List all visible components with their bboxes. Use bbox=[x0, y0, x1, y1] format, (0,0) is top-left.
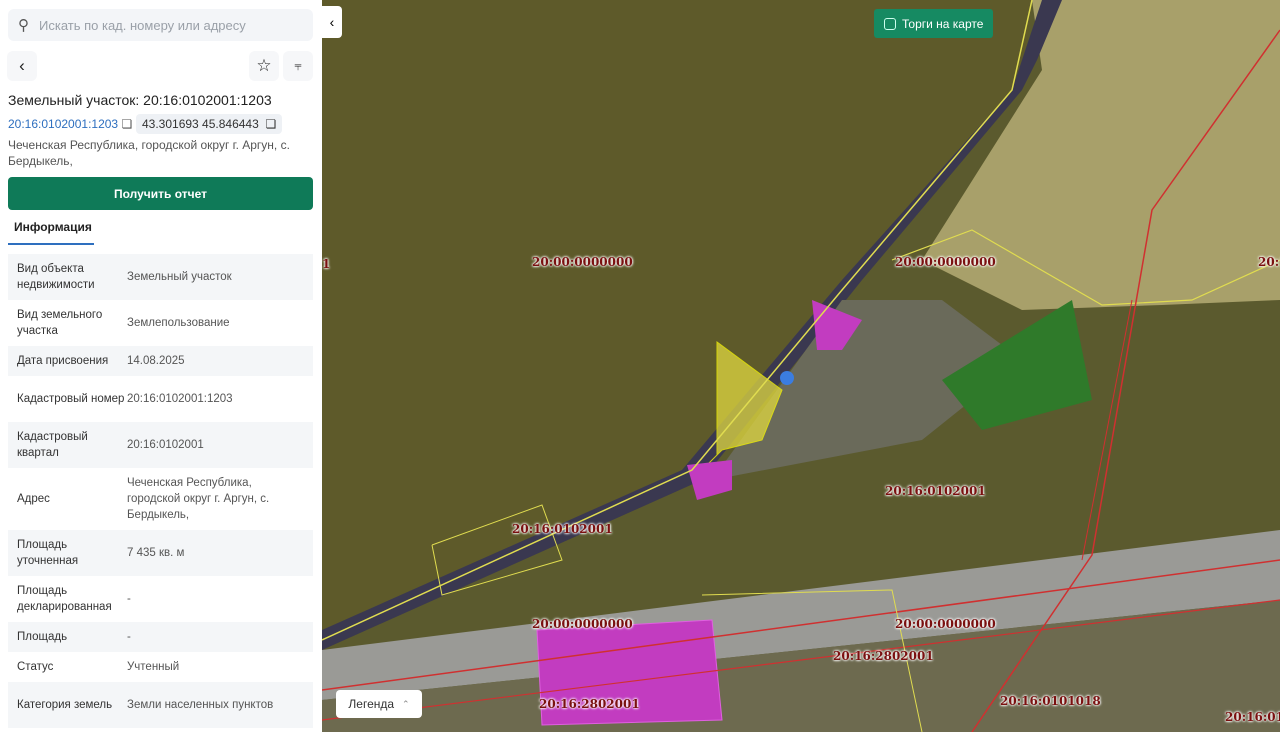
copy-icon[interactable]: ❏ bbox=[265, 117, 276, 131]
chevron-left-icon: ‹ bbox=[19, 56, 25, 75]
legend-label: Легенда bbox=[348, 697, 395, 711]
chevron-up-icon: ⌃ bbox=[402, 698, 410, 709]
info-row: Вид земельного участка Землепользование bbox=[8, 300, 313, 346]
info-value: - bbox=[127, 631, 131, 643]
search-input[interactable]: ⚲ Искать по кад. номеру или адресу bbox=[8, 9, 313, 41]
map[interactable]: 20:00:0000000 20:00:0000000 20:00:000000… bbox=[322, 0, 1280, 732]
auctions-toggle[interactable]: Торги на карте bbox=[874, 9, 993, 38]
favorite-button[interactable]: ☆ bbox=[249, 51, 279, 81]
info-row: Площадь - bbox=[8, 622, 313, 652]
coordinates: 43.301693 45.846443 bbox=[142, 117, 259, 131]
info-value: Земли населенных пунктов bbox=[127, 699, 274, 711]
info-row: Статус Учтенный bbox=[8, 652, 313, 682]
info-key: Дата присвоения bbox=[17, 355, 109, 367]
info-panel: ⚲ Искать по кад. номеру или адресу ‹ ☆ ⫧… bbox=[0, 0, 322, 732]
info-key: Адрес bbox=[17, 493, 50, 505]
info-row: Категория земель Земли населенных пунктов bbox=[8, 682, 313, 728]
cadastral-number: 20:16:0102001:1203 bbox=[8, 117, 119, 131]
parcel-label: 20:00:0000000 bbox=[532, 617, 633, 631]
address: Чеченская Республика, городской округ г.… bbox=[8, 138, 290, 168]
info-value: - bbox=[127, 593, 131, 605]
auctions-label: Торги на карте bbox=[902, 16, 984, 31]
share-icon: ⫧ bbox=[294, 58, 302, 73]
parcel-label: 20:16:01 bbox=[1258, 255, 1280, 269]
info-table: Вид объекта недвижимости Земельный участо… bbox=[8, 254, 313, 728]
info-row: Кадастровый номер 20:16:0102001:1203 bbox=[8, 376, 313, 422]
info-key: Площадь декларированная bbox=[17, 585, 112, 613]
info-row: Вид объекта недвижимости Земельный участо… bbox=[8, 254, 313, 300]
info-value: Земельный участок bbox=[127, 271, 232, 283]
info-row: Площадь уточненная 7 435 кв. м bbox=[8, 530, 313, 576]
info-key: Вид земельного участка bbox=[17, 309, 103, 337]
info-key: Площадь уточненная bbox=[17, 539, 79, 567]
search-placeholder: Искать по кад. номеру или адресу bbox=[39, 17, 246, 33]
info-row: Площадь декларированная - bbox=[8, 576, 313, 622]
share-button[interactable]: ⫧ bbox=[283, 51, 313, 81]
info-value: Чеченская Республика, городской округ г.… bbox=[127, 477, 270, 521]
info-key: Категория земель bbox=[17, 699, 113, 711]
parcel-label: 20:16:0102001 bbox=[885, 484, 986, 498]
info-row: Адрес Чеченская Республика, городской окр… bbox=[8, 468, 313, 530]
info-row: Дата присвоения 14.08.2025 bbox=[8, 346, 313, 376]
parcel-label: 20:00:0000000 bbox=[532, 255, 633, 269]
parcel-label: 20:16:01 bbox=[1225, 710, 1280, 724]
copy-icon[interactable]: ❏ bbox=[121, 117, 132, 131]
chevron-left-icon: ‹ bbox=[329, 14, 335, 30]
parcel-label: 1 bbox=[322, 257, 331, 271]
checkbox[interactable] bbox=[884, 17, 896, 30]
info-value: Землепользование bbox=[127, 317, 230, 329]
page-title: Земельный участок: 20:16:0102001:1203 bbox=[8, 92, 272, 108]
info-key: Кадастровый номер bbox=[17, 393, 125, 405]
parcel-label: 20:16:2802001 bbox=[539, 697, 640, 711]
info-key: Вид объекта недвижимости bbox=[17, 263, 95, 291]
collapse-panel-button[interactable]: ‹ bbox=[322, 6, 342, 38]
info-value: 20:16:0102001 bbox=[127, 439, 204, 451]
back-button[interactable]: ‹ bbox=[7, 51, 37, 81]
parcel-label: 20:00:0000000 bbox=[895, 617, 996, 631]
info-value: 7 435 кв. м bbox=[127, 547, 185, 559]
info-key: Площадь bbox=[17, 631, 68, 643]
cadastral-link[interactable]: 20:16:0102001:1203 ❏ bbox=[8, 117, 132, 131]
info-key: Статус bbox=[17, 661, 54, 673]
tab-information[interactable]: Информация bbox=[8, 217, 94, 245]
satellite-map bbox=[322, 0, 1280, 732]
search-icon: ⚲ bbox=[18, 17, 29, 34]
star-icon: ☆ bbox=[256, 56, 272, 75]
info-row: Кадастровый квартал 20:16:0102001 bbox=[8, 422, 313, 468]
parcel-label: 20:16:0101018 bbox=[1000, 694, 1101, 708]
info-key: Кадастровый квартал bbox=[17, 431, 88, 459]
parcel-label: 20:16:0102001 bbox=[512, 522, 613, 536]
parcel-label: 20:00:0000000 bbox=[895, 255, 996, 269]
coordinates-chip[interactable]: 43.301693 45.846443 ❏ bbox=[136, 114, 283, 134]
legend-button[interactable]: Легенда ⌃ bbox=[336, 690, 422, 718]
parcel-label: 20:16:2802001 bbox=[833, 649, 934, 663]
info-value: 20:16:0102001:1203 bbox=[127, 393, 233, 405]
info-value: 14.08.2025 bbox=[127, 355, 185, 367]
info-value: Учтенный bbox=[127, 661, 180, 673]
get-report-button[interactable]: Получить отчет bbox=[8, 177, 313, 210]
